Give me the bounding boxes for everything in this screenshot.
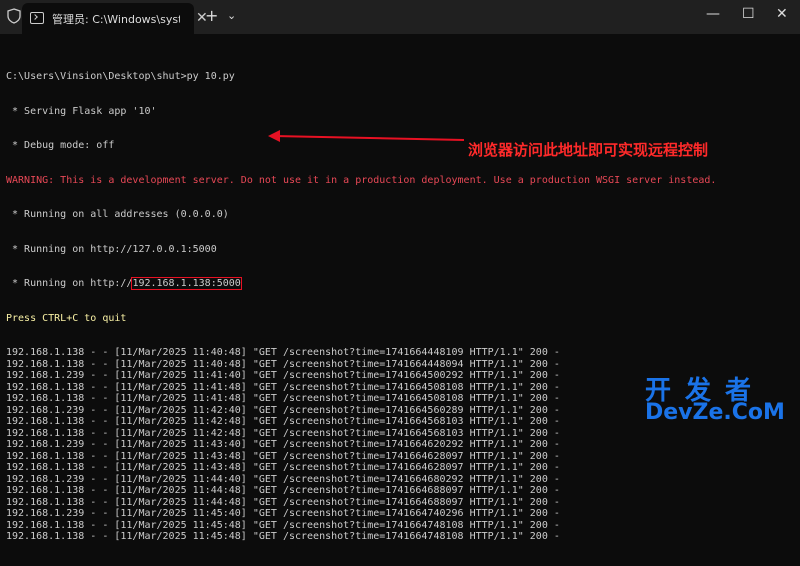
maximize-button[interactable]: ☐ — [742, 6, 755, 22]
log-line: 192.168.1.138 - - [11/Mar/2025 11:40:48]… — [6, 358, 560, 370]
log-line: 192.168.1.138 - - [11/Mar/2025 11:41:48]… — [6, 393, 560, 404]
log-line: 192.168.1.239 - - [11/Mar/2025 11:42:40]… — [6, 404, 560, 416]
serving-line: * Serving Flask app '10' — [6, 105, 157, 117]
log-line: 192.168.1.138 - - [11/Mar/2025 11:43:48]… — [6, 450, 560, 462]
tab-title: 管理员: C:\Windows\system32 — [52, 13, 180, 26]
log-line: 192.168.1.138 - - [11/Mar/2025 11:42:48]… — [6, 427, 560, 439]
log-line: 192.168.1.239 - - [11/Mar/2025 11:44:40]… — [6, 473, 560, 485]
running-all-line: * Running on all addresses (0.0.0.0) — [6, 209, 229, 220]
running-lan-line: * Running on http://192.168.1.138:5000 — [6, 277, 716, 290]
log-line: 192.168.1.239 - - [11/Mar/2025 11:45:40]… — [6, 508, 560, 519]
lan-address: 192.168.1.138:5000 — [131, 277, 242, 290]
quit-line: Press CTRL+C to quit — [6, 312, 127, 324]
log-line: 192.168.1.138 - - [11/Mar/2025 11:40:48]… — [6, 347, 560, 358]
prompt-line: C:\Users\Vinsion\Desktop\shut>py 10.py — [6, 71, 235, 82]
tab-terminal[interactable]: 管理员: C:\Windows\system32 ✕ — [22, 3, 208, 34]
log-line: 192.168.1.138 - - [11/Mar/2025 11:43:48]… — [6, 462, 560, 473]
watermark-line2: DevZe.CoM — [645, 400, 785, 425]
running-lan-prefix: * Running on http:// — [6, 278, 133, 289]
terminal-icon — [30, 12, 44, 24]
close-window-button[interactable]: ✕ — [776, 6, 788, 22]
log-line: 192.168.1.239 - - [11/Mar/2025 11:43:40]… — [6, 439, 560, 450]
log-line: 192.168.1.239 - - [11/Mar/2025 11:41:40]… — [6, 370, 560, 381]
terminal-window: 管理员: C:\Windows\system32 ✕ + ⌄ — ☐ ✕ C:\… — [0, 0, 800, 542]
log-line: 192.168.1.138 - - [11/Mar/2025 11:41:48]… — [6, 381, 560, 393]
running-local-line: * Running on http://127.0.0.1:5000 — [6, 243, 217, 255]
log-lines: 192.168.1.138 - - [11/Mar/2025 11:40:48]… — [6, 347, 716, 543]
log-line: 192.168.1.138 - - [11/Mar/2025 11:44:48]… — [6, 496, 560, 508]
title-bar: 管理员: C:\Windows\system32 ✕ + ⌄ — ☐ ✕ — [0, 0, 800, 34]
new-tab-button[interactable]: + — [205, 6, 218, 25]
tab-dropdown-icon[interactable]: ⌄ — [227, 9, 236, 22]
shield-icon — [7, 8, 21, 24]
annotation-arrow — [268, 130, 465, 142]
log-line: 192.168.1.138 - - [11/Mar/2025 11:45:48]… — [6, 519, 560, 531]
log-line: 192.168.1.138 - - [11/Mar/2025 11:44:48]… — [6, 485, 560, 496]
annotation-note: 浏览器访问此地址即可实现远程控制 — [468, 141, 709, 159]
warning-line: WARNING: This is a development server. D… — [6, 174, 717, 186]
log-line: 192.168.1.138 - - [11/Mar/2025 11:45:48]… — [6, 531, 560, 542]
log-line: 192.168.1.138 - - [11/Mar/2025 11:42:48]… — [6, 416, 560, 427]
minimize-button[interactable]: — — [706, 6, 720, 22]
